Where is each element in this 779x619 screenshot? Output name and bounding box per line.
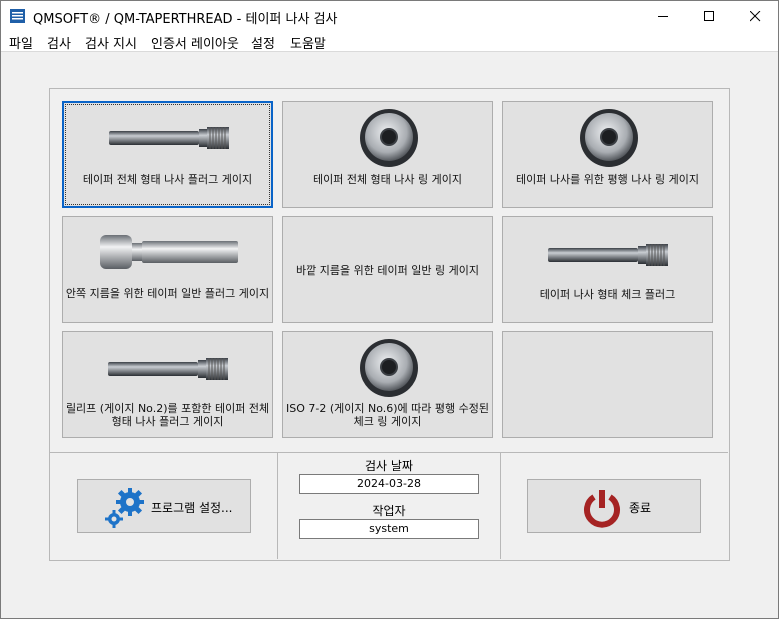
tile-label: 테이퍼 전체 형태 나사 링 게이지 — [312, 173, 463, 186]
tile-parallel-thread-ring-gauge[interactable]: 테이퍼 나사를 위한 평행 나사 링 게이지 — [502, 101, 713, 208]
divider — [500, 453, 501, 559]
ring-gauge-icon — [360, 109, 418, 167]
close-button[interactable] — [732, 1, 778, 31]
tile-label: 테이퍼 나사를 위한 평행 나사 링 게이지 — [516, 173, 699, 186]
threaded-plug-gauge-icon — [108, 358, 228, 380]
threaded-plug-gauge-icon — [109, 127, 229, 149]
tile-label: 테이퍼 전체 형태 나사 플러그 게이지 — [82, 173, 253, 186]
app-logo-icon — [10, 9, 25, 23]
tile-taper-thread-plug-gauge-with-relief[interactable]: 릴리프 (게이지 No.2)를 포함한 테이퍼 전체 형태 나사 플러그 게이지 — [62, 331, 273, 438]
tile-label: 릴리프 (게이지 No.2)를 포함한 테이퍼 전체 형태 나사 플러그 게이지 — [65, 402, 270, 428]
ring-gauge-icon — [360, 339, 418, 397]
check-plug-icon — [548, 244, 668, 266]
tile-label: ISO 7-2 (게이지 No.6)에 따라 평행 수정된 체크 링 게이지 — [286, 402, 489, 428]
divider — [49, 452, 728, 453]
maximize-button[interactable] — [686, 1, 732, 31]
tile-taper-thread-form-check-plug[interactable]: 테이퍼 나사 형태 체크 플러그 — [502, 216, 713, 323]
tile-taper-plain-plug-gauge-inner[interactable]: 안쪽 지름을 위한 테이퍼 일반 플러그 게이지 — [62, 216, 273, 323]
tile-empty — [502, 331, 713, 438]
tile-label: 바깥 지름을 위한 테이퍼 일반 링 게이지 — [296, 264, 479, 277]
power-icon — [584, 490, 620, 528]
menu-settings[interactable]: 설정 — [251, 33, 275, 52]
program-settings-button[interactable]: 프로그램 설정... — [77, 479, 251, 533]
plain-plug-gauge-icon — [100, 235, 238, 269]
gear-icon — [105, 488, 144, 528]
program-settings-label: 프로그램 설정... — [151, 501, 233, 515]
menu-bar: 파일 검사 검사 지시 인증서 레이아웃 설정 도움말 — [1, 31, 778, 52]
minimize-icon — [657, 15, 668, 17]
operator-field[interactable]: system — [299, 519, 479, 539]
inspection-date-field[interactable]: 2024-03-28 — [299, 474, 479, 494]
menu-certificate-layout[interactable]: 인증서 레이아웃 — [151, 33, 239, 52]
ring-gauge-icon — [580, 109, 638, 167]
maximize-icon — [703, 10, 714, 21]
tile-label: 테이퍼 나사 형태 체크 플러그 — [539, 288, 676, 301]
exit-label: 종료 — [629, 501, 652, 515]
menu-file[interactable]: 파일 — [9, 33, 33, 52]
menu-inspection[interactable]: 검사 — [47, 33, 71, 52]
tile-label: 안쪽 지름을 위한 테이퍼 일반 플러그 게이지 — [65, 287, 270, 300]
title-bar: QMSOFT® / QM-TAPERTHREAD - 테이퍼 나사 검사 — [1, 1, 778, 31]
divider — [277, 453, 278, 559]
tile-iso-7-2-check-ring-gauge[interactable]: ISO 7-2 (게이지 No.6)에 따라 평행 수정된 체크 링 게이지 — [282, 331, 493, 438]
exit-button[interactable]: 종료 — [527, 479, 701, 533]
tile-taper-full-form-thread-plug-gauge[interactable]: 테이퍼 전체 형태 나사 플러그 게이지 — [62, 101, 273, 208]
tile-taper-full-form-thread-ring-gauge[interactable]: 테이퍼 전체 형태 나사 링 게이지 — [282, 101, 493, 208]
tile-taper-plain-ring-gauge-outer[interactable]: 바깥 지름을 위한 테이퍼 일반 링 게이지 — [282, 216, 493, 323]
window-title: QMSOFT® / QM-TAPERTHREAD - 테이퍼 나사 검사 — [33, 12, 338, 27]
inspection-date-label: 검사 날짜 — [365, 459, 413, 473]
menu-help[interactable]: 도움말 — [290, 33, 326, 52]
operator-label: 작업자 — [372, 504, 406, 518]
minimize-button[interactable] — [640, 1, 686, 31]
close-icon — [749, 10, 760, 21]
app-window: QMSOFT® / QM-TAPERTHREAD - 테이퍼 나사 검사 파일 … — [0, 0, 779, 619]
menu-inspection-order[interactable]: 검사 지시 — [85, 33, 137, 52]
